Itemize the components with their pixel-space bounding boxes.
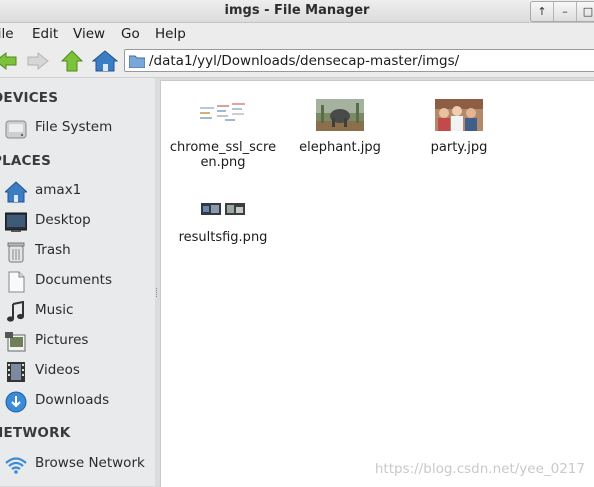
sidebar-item-label: Videos: [35, 362, 80, 378]
file-name: elephant.jpg: [299, 140, 381, 155]
parent-folder-button[interactable]: [59, 50, 85, 72]
sidebar: DEVICES File System PLACES amax1 Desktop…: [0, 78, 156, 486]
drive-icon: [5, 120, 27, 139]
watermark: https://blog.csdn.net/yee_0217: [374, 461, 585, 477]
sidebar-item-videos[interactable]: Videos: [0, 358, 155, 384]
sidebar-item-label: Documents: [35, 272, 112, 288]
sidebar-item-downloads[interactable]: Downloads: [0, 388, 155, 414]
desktop-icon: [5, 212, 27, 232]
home-icon: [5, 181, 27, 203]
forward-button[interactable]: [24, 50, 50, 72]
sidebar-item-label: Desktop: [35, 212, 91, 228]
videos-icon: [7, 362, 25, 382]
sidebar-item-amax1[interactable]: amax1: [0, 178, 155, 204]
pictures-icon: [5, 332, 26, 352]
file-item[interactable]: party.jpg: [403, 99, 515, 155]
sidebar-item-documents[interactable]: Documents: [0, 268, 155, 294]
minimize-button[interactable]: –: [554, 2, 577, 21]
window-title: imgs - File Manager: [224, 3, 370, 18]
file-view[interactable]: chrome_ssl_scre en.png elephant.jpg part…: [160, 80, 594, 487]
document-icon: [8, 271, 25, 293]
file-thumbnail: [435, 99, 483, 131]
file-item[interactable]: resultsfig.png: [167, 201, 279, 245]
downloads-icon: [5, 391, 27, 413]
trash-icon: [7, 242, 25, 263]
maximize-icon: □: [582, 5, 594, 18]
keep-above-button[interactable]: ↑: [531, 2, 554, 21]
back-arrow-icon: [0, 51, 17, 71]
file-item[interactable]: elephant.jpg: [284, 99, 396, 155]
home-button[interactable]: [91, 50, 119, 72]
menu-edit[interactable]: Edit: [32, 26, 58, 42]
forward-arrow-icon: [27, 51, 49, 71]
file-thumbnail: [199, 201, 247, 217]
menu-help[interactable]: Help: [155, 26, 186, 42]
file-name: party.jpg: [430, 140, 488, 155]
sidebar-item-label: Downloads: [35, 392, 110, 408]
file-name: resultsfig.png: [178, 230, 268, 245]
location-path: /data1/yyl/Downloads/densecap-master/img…: [149, 53, 460, 69]
file-item[interactable]: chrome_ssl_scre en.png: [167, 99, 279, 170]
music-icon: [7, 301, 24, 322]
file-thumbnail: [198, 99, 248, 131]
up-arrow-icon: [60, 50, 84, 72]
arrow-up-icon: ↑: [537, 5, 547, 18]
sidebar-item-label: Pictures: [35, 332, 89, 348]
file-name: chrome_ssl_scre en.png: [169, 140, 277, 170]
menu-file[interactable]: File: [0, 26, 14, 42]
sidebar-item-label: Trash: [35, 242, 71, 258]
menubar: File Edit View Go Help: [0, 23, 594, 45]
devices-header: DEVICES: [0, 90, 59, 106]
window-titlebar[interactable]: imgs - File Manager ↑ – □: [0, 0, 594, 23]
home-icon: [91, 50, 119, 72]
folder-icon: [129, 55, 145, 68]
sidebar-item-music[interactable]: Music: [0, 298, 155, 324]
network-icon: [5, 457, 27, 474]
sidebar-item-pictures[interactable]: Pictures: [0, 328, 155, 354]
maximize-button[interactable]: □: [577, 2, 594, 21]
sidebar-item-label: File System: [35, 119, 113, 135]
file-thumbnail: [316, 99, 364, 131]
sidebar-item-browse-network[interactable]: Browse Network: [0, 451, 155, 477]
sidebar-item-label: Music: [35, 302, 74, 318]
sidebar-item-label: amax1: [35, 182, 82, 198]
window-controls: ↑ – □: [530, 1, 594, 22]
network-header: NETWORK: [0, 425, 71, 441]
menu-view[interactable]: View: [73, 26, 105, 42]
location-bar[interactable]: /data1/yyl/Downloads/densecap-master/img…: [124, 49, 594, 72]
places-header: PLACES: [0, 153, 51, 169]
sidebar-item-trash[interactable]: Trash: [0, 238, 155, 264]
back-button[interactable]: [0, 50, 20, 72]
sidebar-item-desktop[interactable]: Desktop: [0, 208, 155, 234]
sidebar-item-file-system[interactable]: File System: [0, 115, 155, 141]
menu-go[interactable]: Go: [121, 26, 140, 42]
sidebar-item-label: Browse Network: [35, 455, 145, 471]
minimize-icon: –: [562, 5, 568, 18]
